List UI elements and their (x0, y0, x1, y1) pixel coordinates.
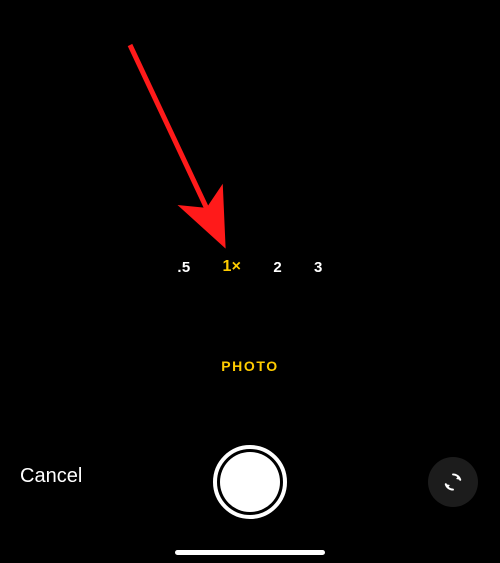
flip-camera-button[interactable] (428, 457, 478, 507)
zoom-option-1x[interactable]: 1× (222, 258, 241, 276)
shutter-inner (220, 452, 280, 512)
zoom-option-0-5x[interactable]: .5 (177, 259, 190, 276)
cancel-button[interactable]: Cancel (20, 465, 82, 488)
camera-mode-label: PHOTO (0, 358, 500, 374)
zoom-option-2x[interactable]: 2 (273, 259, 282, 276)
home-indicator[interactable] (175, 550, 325, 555)
shutter-ring (213, 445, 287, 519)
camera-screen: .5 1× 2 3 PHOTO Cancel (0, 0, 500, 563)
bottom-controls: Cancel (0, 393, 500, 563)
zoom-option-3x[interactable]: 3 (314, 259, 323, 276)
shutter-button[interactable] (213, 445, 287, 519)
viewfinder-area (0, 0, 500, 330)
zoom-level-bar: .5 1× 2 3 (0, 258, 500, 276)
flip-camera-icon (440, 469, 466, 495)
